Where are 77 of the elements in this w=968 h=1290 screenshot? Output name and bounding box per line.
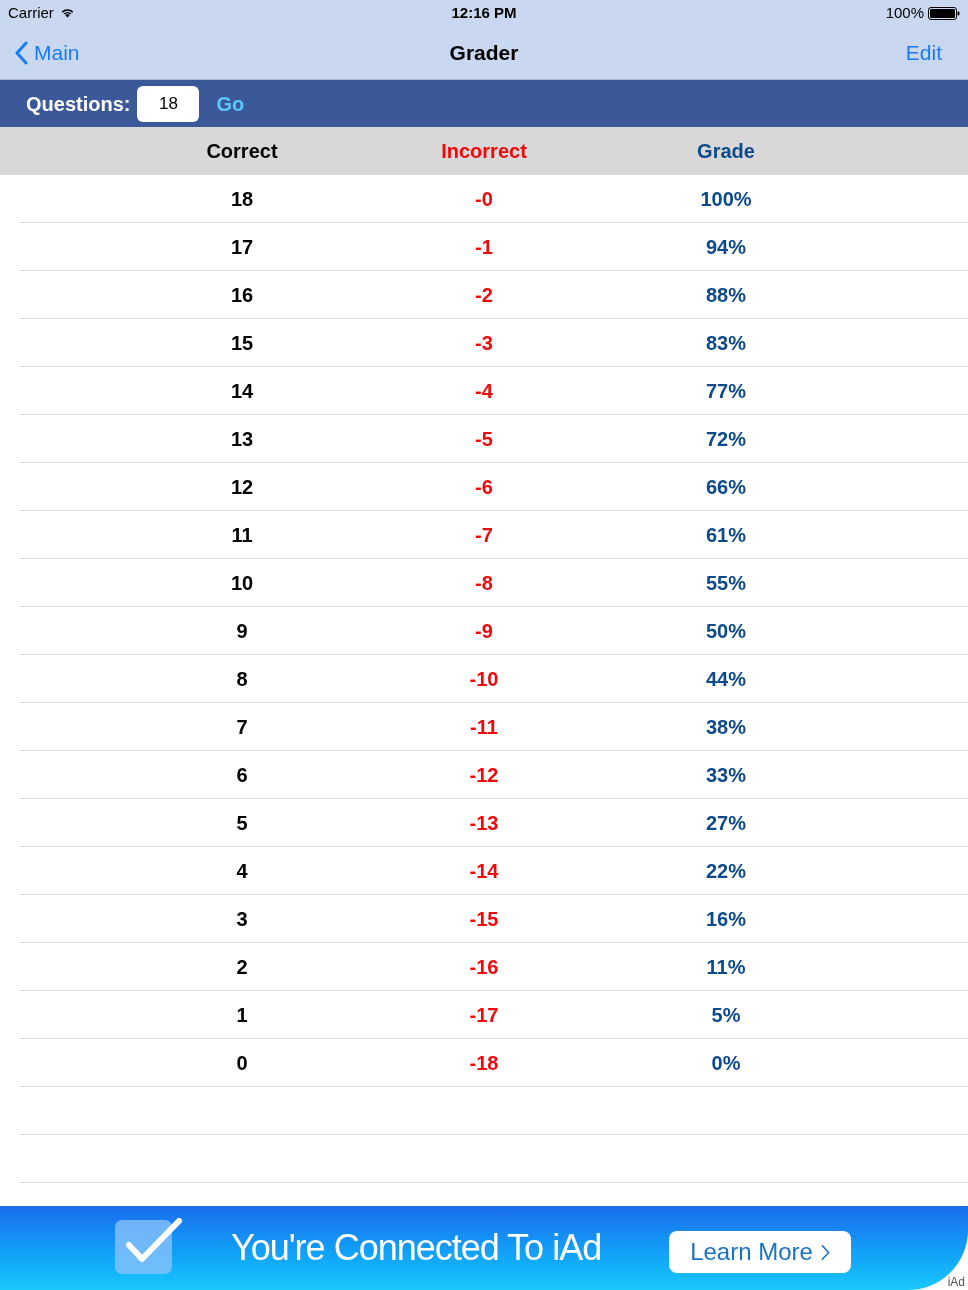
table-cell-text: -13 [469,810,499,836]
table-cell-text: -2 [475,282,493,308]
table-cell-text: -17 [469,1002,499,1028]
checkbox-checked-icon [115,1218,183,1274]
table-cell-text: 44% [706,666,746,692]
table-cell-text: 17 [230,234,254,260]
table-cell-text: 4 [236,858,248,884]
battery-percent: 100% [885,2,924,23]
table-cell-text: 18 [230,186,254,212]
learn-more-button[interactable]: Learn More [669,1231,851,1273]
table-cell-text: 11% [706,954,746,980]
status-time: 12:16 PM [451,2,517,23]
table-cell-text: -0 [475,186,493,212]
table-cell-text: -12 [469,762,499,788]
table-cell-text: 88% [706,282,746,308]
table-cell-text: -4 [475,378,493,404]
table-cell-text: -15 [469,906,499,932]
column-header: Grade [697,139,755,164]
table-cell-text: -6 [475,474,493,500]
carrier-label: Carrier [8,2,54,23]
table-cell-text: 38% [706,714,746,740]
table-cell-text: 0 [236,1050,248,1076]
table-cell-text: 16 [230,282,254,308]
table-cell-text: -18 [469,1050,499,1076]
table-cell-text: 50% [706,618,746,644]
table-cell-text: -11 [470,714,498,740]
edit-button[interactable]: Edit [905,36,942,69]
table-cell-text: 100% [700,186,752,212]
ad-headline: You're Connected To iAd [231,1226,602,1270]
table-cell-text: 27% [706,810,746,836]
table-cell-text: 7 [236,714,248,740]
table-cell-text: 13 [230,426,254,452]
questions-label: Questions: [26,91,131,117]
table-cell-text: 83% [706,330,746,356]
chevron-right-icon [820,1243,830,1261]
table-cell-text: -9 [475,618,493,644]
table-cell-text: 33% [706,762,746,788]
table-cell-text: 66% [706,474,746,500]
table-cell-text: -1 [475,234,493,260]
table-cell-text: 6 [236,762,248,788]
table-cell-text: 22% [706,858,746,884]
table-cell-text: -3 [475,330,493,356]
questions-input[interactable]: 18 [137,85,200,122]
table-cell-text: 10 [230,570,254,596]
back-button[interactable]: Main [14,36,80,69]
table-cell-text: 55% [706,570,746,596]
table-cell-text: -14 [469,858,499,884]
table-cell-text: -10 [469,666,499,692]
table-cell-text: 11 [231,522,253,548]
table-cell-text: 16% [706,906,746,932]
table-cell-text: 0% [711,1050,741,1076]
wifi-icon [59,8,75,18]
table-cell-text: 2 [236,954,248,980]
table-cell-text: 77% [706,378,746,404]
column-header: Correct [206,139,278,164]
table-cell-text: -5 [475,426,493,452]
table-cell-text: 12 [230,474,254,500]
go-button[interactable]: Go [216,88,245,119]
battery-icon [928,6,960,20]
iad-label: iAd [947,1276,965,1288]
column-header: Incorrect [441,139,527,164]
table-cell-text: -16 [469,954,499,980]
table-cell-text: 5% [711,1002,741,1028]
back-chevron-icon [14,40,28,65]
table-cell-text: 72% [706,426,746,452]
nav-title: Grader [449,39,519,66]
table-cell-text: 14 [230,378,254,404]
table-cell-text: 5 [236,810,248,836]
table-cell-text: 15 [230,330,254,356]
table-cell-text: 8 [236,666,248,692]
table-cell-text: -8 [475,570,493,596]
table-cell-text: 94% [706,234,746,260]
table-cell-text: 9 [236,618,248,644]
table-cell-text: 3 [236,906,248,932]
table-cell-text: 61% [706,522,746,548]
table-cell-text: 1 [236,1002,248,1028]
table-cell-text: -7 [475,522,493,548]
